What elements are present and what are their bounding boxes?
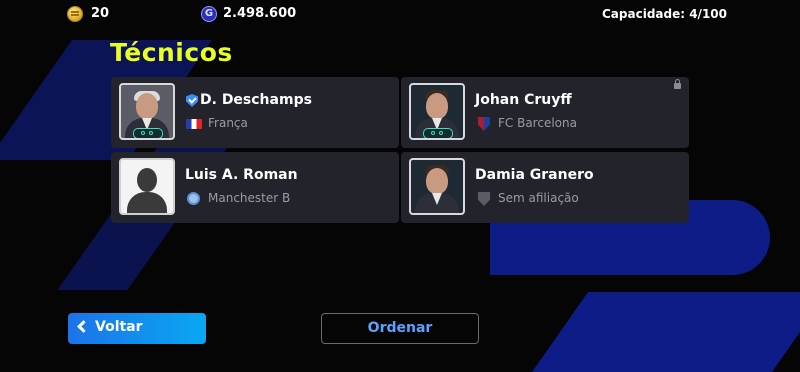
background-decoration: [531, 292, 800, 372]
sort-button-label: Ordenar: [367, 320, 433, 336]
skill-badge-icon: [133, 128, 163, 138]
gp-icon: G: [201, 6, 217, 22]
skill-badge-icon: [423, 128, 453, 138]
back-button-label: Voltar: [95, 319, 143, 335]
sort-button[interactable]: Ordenar: [321, 313, 479, 344]
manager-club: França: [208, 116, 248, 130]
lock-icon: [674, 79, 681, 89]
no-affiliation-shield-icon: [478, 192, 490, 206]
manager-portrait: [409, 83, 465, 140]
manager-card[interactable]: Damia Granero Sem afiliação: [401, 152, 689, 223]
manager-portrait: [119, 83, 175, 140]
top-bar: 20 G 2.498.600 Capacidade: 4/100: [0, 0, 800, 28]
verified-icon: [186, 94, 198, 107]
france-flag-icon: [186, 119, 202, 129]
manager-card[interactable]: Johan Cruyff FC Barcelona: [401, 77, 689, 148]
manager-club: Sem afiliação: [498, 191, 579, 205]
capacity-label: Capacidade: 4/100: [602, 7, 727, 21]
back-button[interactable]: Voltar: [68, 313, 206, 344]
manager-name: D. Deschamps: [200, 92, 312, 108]
manager-name: Luis A. Roman: [185, 167, 298, 183]
manager-name: Damia Granero: [475, 167, 594, 183]
default-manager-silhouette-icon: [119, 158, 175, 215]
page-title: Técnicos: [110, 38, 233, 67]
manager-club: FC Barcelona: [498, 116, 577, 130]
manager-card[interactable]: Luis A. Roman Manchester B: [111, 152, 399, 223]
gp-count: 2.498.600: [223, 6, 297, 21]
chevron-left-icon: [77, 320, 90, 333]
coins-count: 20: [91, 6, 110, 21]
fc-barcelona-crest-icon: [478, 117, 490, 131]
manager-portrait: [409, 158, 465, 215]
coin-icon: [67, 6, 83, 22]
manager-club: Manchester B: [208, 191, 291, 205]
manager-name: Johan Cruyff: [475, 92, 572, 108]
manchester-b-crest-icon: [187, 192, 200, 205]
manager-card[interactable]: D. Deschamps França: [111, 77, 399, 148]
